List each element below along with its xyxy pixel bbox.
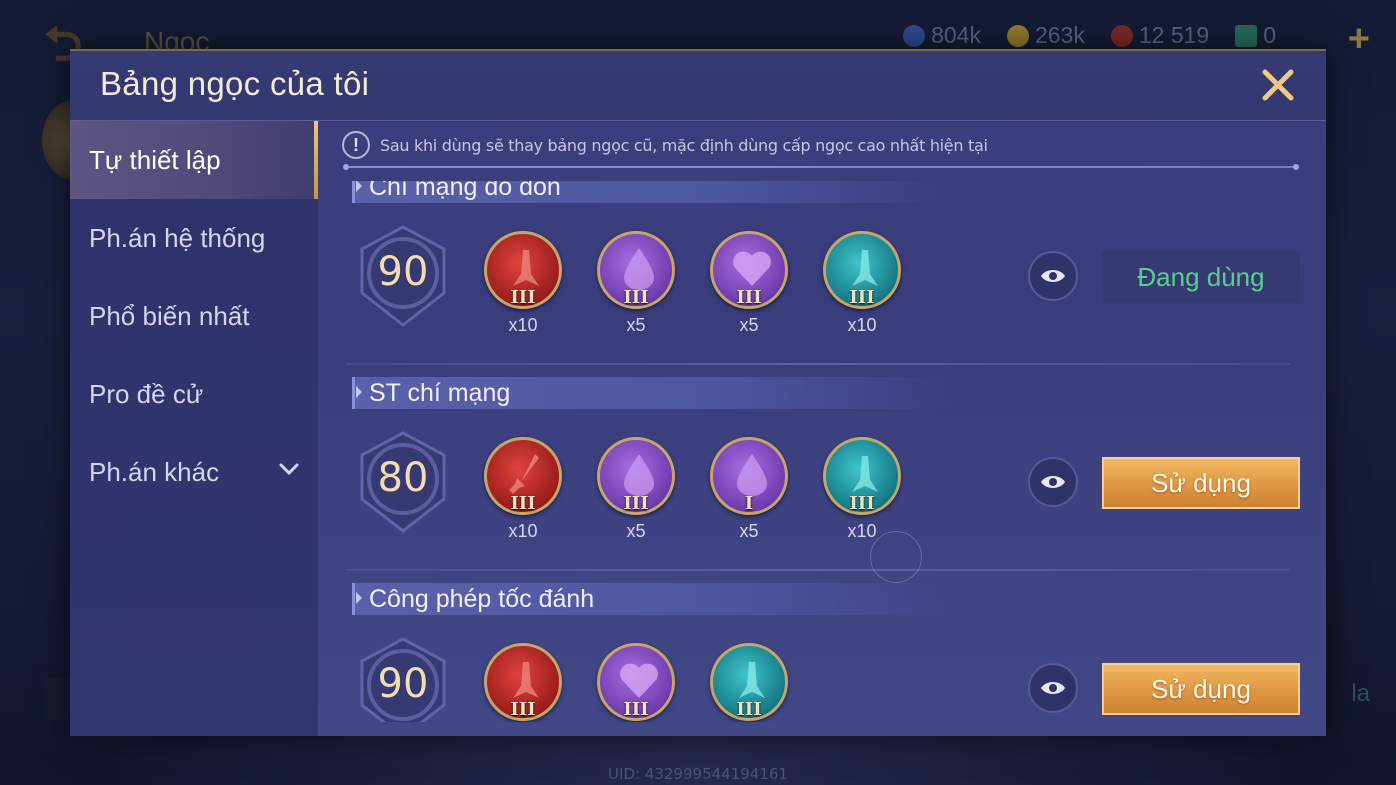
- notice-text: Sau khi dùng sẽ thay bảng ngọc cũ, mặc đ…: [380, 135, 988, 155]
- card-icon: [1235, 24, 1258, 47]
- rune-page-modal: Bảng ngọc của tôi Tự thiết lập Ph.án hệ …: [70, 49, 1326, 736]
- modal-title: Bảng ngọc của tôi: [100, 65, 370, 102]
- gem-count: x10: [508, 315, 538, 335]
- gem-slot[interactable]: III x10: [484, 231, 562, 341]
- rune-set-2: ST chí mạng 80 III x10 III x5 I x5 III x…: [318, 377, 1326, 583]
- preview-button[interactable]: [1028, 663, 1078, 713]
- gem-tier: III: [736, 287, 762, 308]
- preview-button[interactable]: [1028, 457, 1078, 507]
- sidebar-item-label: Tự thiết lập: [89, 144, 221, 175]
- gem-tier: III: [849, 287, 875, 308]
- gem-tier: III: [623, 493, 649, 514]
- rune-set-3: Công phép tốc đánh 90 III III III Sử dụn…: [318, 583, 1326, 722]
- preview-button[interactable]: [1028, 251, 1078, 301]
- notice-divider: [343, 164, 1299, 170]
- currency-gold: 263k: [1006, 22, 1085, 49]
- close-button[interactable]: [1256, 63, 1300, 107]
- currency-gold-value: 263k: [1034, 22, 1085, 48]
- notice-bar: ! Sau khi dùng sẽ thay bảng ngọc cũ, mặc…: [342, 129, 1296, 161]
- gem-count: x10: [847, 315, 877, 335]
- gem-slot[interactable]: III x5: [597, 231, 675, 341]
- chevron-down-icon: [279, 463, 299, 476]
- gem-slot[interactable]: III x10: [823, 231, 901, 341]
- sidebar-item-label: Pro đề cử: [89, 378, 204, 409]
- set-divider: [346, 363, 1290, 365]
- gem-count: x5: [739, 521, 759, 541]
- sidebar-item-other[interactable]: Ph.án khác: [70, 433, 318, 511]
- set-name: Công phép tốc đánh: [352, 583, 952, 615]
- gem-tier: III: [623, 699, 649, 720]
- gem-slot[interactable]: III: [710, 643, 788, 722]
- rune-set-1: Chí mạng dồ dồn 90 III x10 III x5 III x5…: [318, 181, 1326, 377]
- decorative-orb-icon: [870, 531, 922, 583]
- sidebar-item-pro[interactable]: Pro đề cử: [70, 355, 318, 433]
- use-button[interactable]: Sử dụng: [1102, 663, 1300, 715]
- in-use-button[interactable]: Đang dùng: [1102, 251, 1300, 303]
- gem-slot[interactable]: III x10: [823, 437, 901, 547]
- gem-tier: III: [510, 699, 536, 720]
- currency-bar: 804k 263k 12 519 0: [903, 22, 1276, 49]
- close-icon: [1262, 69, 1294, 101]
- gem-count: x5: [626, 521, 646, 541]
- gem-slot[interactable]: III x5: [710, 231, 788, 341]
- content-panel: ! Sau khi dùng sẽ thay bảng ngọc cũ, mặc…: [318, 121, 1326, 736]
- set-divider: [346, 569, 1290, 571]
- red-gem-icon: [1110, 24, 1133, 47]
- use-button[interactable]: Sử dụng: [1102, 457, 1300, 509]
- sidebar-item-custom[interactable]: Tự thiết lập: [70, 121, 318, 199]
- currency-blue: 804k: [903, 22, 981, 49]
- modal-header: Bảng ngọc của tôi: [70, 51, 1326, 121]
- currency-card-value: 0: [1263, 22, 1276, 48]
- level-number: 90: [377, 661, 429, 707]
- background-panel: [44, 678, 72, 720]
- uid-label: UID: 432999544194161: [608, 765, 788, 783]
- sidebar-item-popular[interactable]: Phổ biến nhất: [70, 277, 318, 355]
- gem-slot[interactable]: III: [597, 643, 675, 722]
- level-number: 90: [377, 249, 429, 295]
- set-name: ST chí mạng: [352, 377, 952, 409]
- currency-blue-value: 804k: [931, 22, 981, 48]
- add-currency-button[interactable]: +: [1348, 18, 1370, 61]
- gem-slot[interactable]: III x10: [484, 437, 562, 547]
- background-right-text: la: [1351, 680, 1370, 707]
- gem-slot[interactable]: III x5: [597, 437, 675, 547]
- set-name: Chí mạng dồ dồn: [352, 181, 952, 203]
- gem-tier: III: [623, 287, 649, 308]
- eye-icon: [1041, 476, 1065, 488]
- gem-tier: III: [849, 493, 875, 514]
- rune-set-list[interactable]: Chí mạng dồ dồn 90 III x10 III x5 III x5…: [318, 181, 1326, 722]
- sidebar-item-label: Ph.án hệ thống: [89, 222, 266, 253]
- gem-slot[interactable]: I x5: [710, 437, 788, 547]
- eye-icon: [1041, 682, 1065, 694]
- gem-tier: III: [510, 287, 536, 308]
- gem-count: x10: [508, 521, 538, 541]
- level-badge: 90: [354, 635, 452, 722]
- eye-icon: [1041, 270, 1065, 282]
- level-badge: 90: [354, 223, 452, 329]
- sidebar-item-label: Ph.án khác: [89, 456, 220, 487]
- gem-tier: III: [510, 493, 536, 514]
- currency-red: 12 519: [1110, 22, 1210, 49]
- gem-slot[interactable]: III: [484, 643, 562, 722]
- gem-count: x5: [626, 315, 646, 335]
- level-number: 80: [377, 455, 429, 501]
- gem-count: x5: [739, 315, 759, 335]
- gold-coin-icon: [1006, 24, 1029, 47]
- gem-tier: I: [744, 493, 754, 514]
- currency-card: 0: [1235, 22, 1276, 49]
- blue-coin-icon: [903, 24, 926, 47]
- sidebar-item-system[interactable]: Ph.án hệ thống: [70, 199, 318, 277]
- sidebar: Tự thiết lập Ph.án hệ thống Phổ biến nhấ…: [70, 121, 318, 736]
- sidebar-item-label: Phổ biến nhất: [89, 300, 250, 331]
- level-badge: 80: [354, 429, 452, 535]
- gem-tier: III: [736, 699, 762, 720]
- currency-red-value: 12 519: [1138, 22, 1210, 48]
- exclamation-icon: !: [342, 131, 370, 159]
